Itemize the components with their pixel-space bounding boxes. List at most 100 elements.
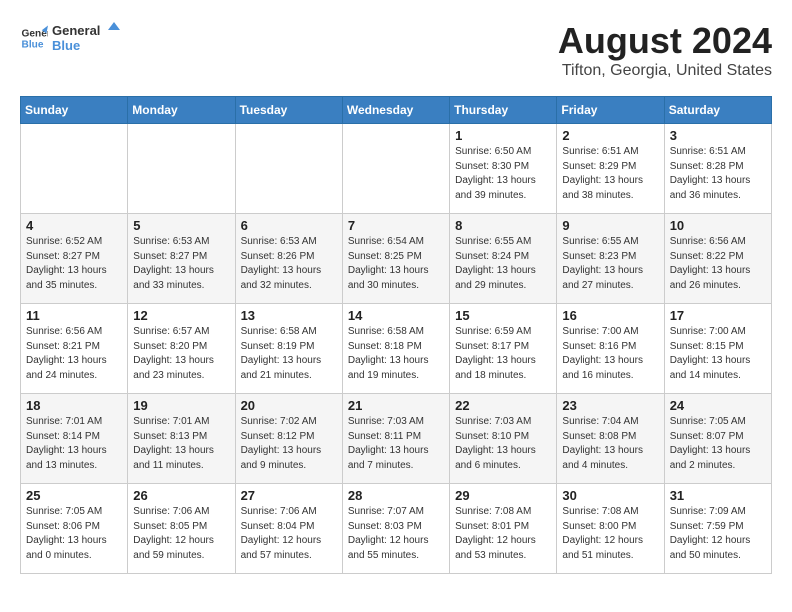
day-number: 9 bbox=[562, 218, 658, 233]
calendar-week-row: 4 Sunrise: 6:52 AM Sunset: 8:27 PM Daylig… bbox=[21, 214, 772, 304]
day-number: 30 bbox=[562, 488, 658, 503]
day-info: Sunrise: 7:06 AM Sunset: 8:05 PM Dayligh… bbox=[133, 505, 229, 563]
day-number: 14 bbox=[348, 308, 444, 323]
calendar-cell: 12Sunrise: 6:57 AM Sunset: 8:20 PM Dayli… bbox=[128, 304, 235, 394]
day-info: Sunrise: 6:52 AM Sunset: 8:27 PM Dayligh… bbox=[26, 235, 122, 293]
header-day: Thursday bbox=[450, 97, 557, 124]
day-info: Sunrise: 7:00 AM Sunset: 8:15 PM Dayligh… bbox=[670, 325, 766, 383]
day-number: 31 bbox=[670, 488, 766, 503]
day-info: Sunrise: 7:00 AM Sunset: 8:16 PM Dayligh… bbox=[562, 325, 658, 383]
calendar-cell bbox=[21, 124, 128, 214]
day-info: Sunrise: 7:06 AM Sunset: 8:04 PM Dayligh… bbox=[241, 505, 337, 563]
day-info: Sunrise: 6:55 AM Sunset: 8:23 PM Dayligh… bbox=[562, 235, 658, 293]
header-day: Tuesday bbox=[235, 97, 342, 124]
day-number: 15 bbox=[455, 308, 551, 323]
calendar-week-row: 11 Sunrise: 6:56 AM Sunset: 8:21 PM Dayli… bbox=[21, 304, 772, 394]
calendar-cell: 9 Sunrise: 6:55 AM Sunset: 8:23 PM Daylig… bbox=[557, 214, 664, 304]
calendar-cell: 11 Sunrise: 6:56 AM Sunset: 8:21 PM Dayli… bbox=[21, 304, 128, 394]
day-info: Sunrise: 6:58 AM Sunset: 8:19 PM Dayligh… bbox=[241, 325, 337, 383]
day-number: 5 bbox=[133, 218, 229, 233]
day-number: 18 bbox=[26, 398, 122, 413]
calendar-cell: 14Sunrise: 6:58 AM Sunset: 8:18 PM Dayli… bbox=[342, 304, 449, 394]
calendar-cell: 7 Sunrise: 6:54 AM Sunset: 8:25 PM Daylig… bbox=[342, 214, 449, 304]
day-info: Sunrise: 6:59 AM Sunset: 8:17 PM Dayligh… bbox=[455, 325, 551, 383]
calendar-cell: 29 Sunrise: 7:08 AM Sunset: 8:01 PM Dayli… bbox=[450, 484, 557, 574]
day-info: Sunrise: 6:51 AM Sunset: 8:28 PM Dayligh… bbox=[670, 145, 766, 203]
calendar-cell: 24Sunrise: 7:05 AM Sunset: 8:07 PM Dayli… bbox=[664, 394, 771, 484]
day-number: 23 bbox=[562, 398, 658, 413]
day-number: 29 bbox=[455, 488, 551, 503]
day-info: Sunrise: 7:09 AM Sunset: 7:59 PM Dayligh… bbox=[670, 505, 766, 563]
calendar-cell: 8 Sunrise: 6:55 AM Sunset: 8:24 PM Daylig… bbox=[450, 214, 557, 304]
calendar-cell: 2 Sunrise: 6:51 AM Sunset: 8:29 PM Daylig… bbox=[557, 124, 664, 214]
calendar-cell: 21Sunrise: 7:03 AM Sunset: 8:11 PM Dayli… bbox=[342, 394, 449, 484]
calendar-cell: 16 Sunrise: 7:00 AM Sunset: 8:16 PM Dayli… bbox=[557, 304, 664, 394]
calendar-cell: 31 Sunrise: 7:09 AM Sunset: 7:59 PM Dayli… bbox=[664, 484, 771, 574]
day-number: 7 bbox=[348, 218, 444, 233]
day-number: 26 bbox=[133, 488, 229, 503]
day-info: Sunrise: 6:56 AM Sunset: 8:22 PM Dayligh… bbox=[670, 235, 766, 293]
page-title: August 2024 bbox=[558, 20, 772, 62]
calendar-cell: 13 Sunrise: 6:58 AM Sunset: 8:19 PM Dayli… bbox=[235, 304, 342, 394]
calendar-cell: 30 Sunrise: 7:08 AM Sunset: 8:00 PM Dayli… bbox=[557, 484, 664, 574]
svg-text:Blue: Blue bbox=[52, 38, 80, 53]
day-number: 2 bbox=[562, 128, 658, 143]
calendar-body: 1 Sunrise: 6:50 AM Sunset: 8:30 PM Daylig… bbox=[21, 124, 772, 574]
day-number: 8 bbox=[455, 218, 551, 233]
header-day: Monday bbox=[128, 97, 235, 124]
logo-svg: General Blue bbox=[52, 20, 122, 56]
day-number: 4 bbox=[26, 218, 122, 233]
header-day: Saturday bbox=[664, 97, 771, 124]
day-info: Sunrise: 7:01 AM Sunset: 8:14 PM Dayligh… bbox=[26, 415, 122, 473]
day-info: Sunrise: 7:08 AM Sunset: 8:01 PM Dayligh… bbox=[455, 505, 551, 563]
calendar-week-row: 18 Sunrise: 7:01 AM Sunset: 8:14 PM Dayli… bbox=[21, 394, 772, 484]
day-info: Sunrise: 6:53 AM Sunset: 8:27 PM Dayligh… bbox=[133, 235, 229, 293]
day-info: Sunrise: 7:08 AM Sunset: 8:00 PM Dayligh… bbox=[562, 505, 658, 563]
page-subtitle: Tifton, Georgia, United States bbox=[558, 62, 772, 80]
day-number: 21 bbox=[348, 398, 444, 413]
calendar-cell bbox=[235, 124, 342, 214]
calendar-cell: 4 Sunrise: 6:52 AM Sunset: 8:27 PM Daylig… bbox=[21, 214, 128, 304]
day-number: 12 bbox=[133, 308, 229, 323]
calendar-cell: 15 Sunrise: 6:59 AM Sunset: 8:17 PM Dayli… bbox=[450, 304, 557, 394]
calendar-cell: 3 Sunrise: 6:51 AM Sunset: 8:28 PM Daylig… bbox=[664, 124, 771, 214]
calendar-cell: 25Sunrise: 7:05 AM Sunset: 8:06 PM Dayli… bbox=[21, 484, 128, 574]
title-section: August 2024 Tifton, Georgia, United Stat… bbox=[558, 20, 772, 80]
day-number: 13 bbox=[241, 308, 337, 323]
day-number: 22 bbox=[455, 398, 551, 413]
header-day: Wednesday bbox=[342, 97, 449, 124]
day-info: Sunrise: 7:03 AM Sunset: 8:10 PM Dayligh… bbox=[455, 415, 551, 473]
calendar-cell: 26 Sunrise: 7:06 AM Sunset: 8:05 PM Dayli… bbox=[128, 484, 235, 574]
calendar-cell: 17Sunrise: 7:00 AM Sunset: 8:15 PM Dayli… bbox=[664, 304, 771, 394]
day-number: 1 bbox=[455, 128, 551, 143]
day-info: Sunrise: 7:01 AM Sunset: 8:13 PM Dayligh… bbox=[133, 415, 229, 473]
day-info: Sunrise: 6:54 AM Sunset: 8:25 PM Dayligh… bbox=[348, 235, 444, 293]
calendar-cell: 1 Sunrise: 6:50 AM Sunset: 8:30 PM Daylig… bbox=[450, 124, 557, 214]
calendar-header: SundayMondayTuesdayWednesdayThursdayFrid… bbox=[21, 97, 772, 124]
header-day: Sunday bbox=[21, 97, 128, 124]
day-info: Sunrise: 6:51 AM Sunset: 8:29 PM Dayligh… bbox=[562, 145, 658, 203]
calendar-cell: 5 Sunrise: 6:53 AM Sunset: 8:27 PM Daylig… bbox=[128, 214, 235, 304]
day-number: 3 bbox=[670, 128, 766, 143]
logo: General Blue General Blue bbox=[20, 20, 122, 56]
calendar-cell: 18 Sunrise: 7:01 AM Sunset: 8:14 PM Dayli… bbox=[21, 394, 128, 484]
calendar-week-row: 25Sunrise: 7:05 AM Sunset: 8:06 PM Dayli… bbox=[21, 484, 772, 574]
day-info: Sunrise: 6:50 AM Sunset: 8:30 PM Dayligh… bbox=[455, 145, 551, 203]
day-number: 11 bbox=[26, 308, 122, 323]
day-number: 16 bbox=[562, 308, 658, 323]
day-number: 10 bbox=[670, 218, 766, 233]
day-number: 24 bbox=[670, 398, 766, 413]
calendar-cell: 6Sunrise: 6:53 AM Sunset: 8:26 PM Daylig… bbox=[235, 214, 342, 304]
svg-text:General: General bbox=[52, 23, 100, 38]
calendar-cell: 28Sunrise: 7:07 AM Sunset: 8:03 PM Dayli… bbox=[342, 484, 449, 574]
page-header: General Blue General Blue August 2024 Ti… bbox=[20, 20, 772, 80]
logo-icon: General Blue bbox=[20, 24, 48, 52]
calendar-cell: 20Sunrise: 7:02 AM Sunset: 8:12 PM Dayli… bbox=[235, 394, 342, 484]
header-row: SundayMondayTuesdayWednesdayThursdayFrid… bbox=[21, 97, 772, 124]
day-info: Sunrise: 6:56 AM Sunset: 8:21 PM Dayligh… bbox=[26, 325, 122, 383]
day-info: Sunrise: 6:55 AM Sunset: 8:24 PM Dayligh… bbox=[455, 235, 551, 293]
day-number: 19 bbox=[133, 398, 229, 413]
calendar-cell: 22 Sunrise: 7:03 AM Sunset: 8:10 PM Dayli… bbox=[450, 394, 557, 484]
calendar-table: SundayMondayTuesdayWednesdayThursdayFrid… bbox=[20, 96, 772, 574]
calendar-cell bbox=[128, 124, 235, 214]
